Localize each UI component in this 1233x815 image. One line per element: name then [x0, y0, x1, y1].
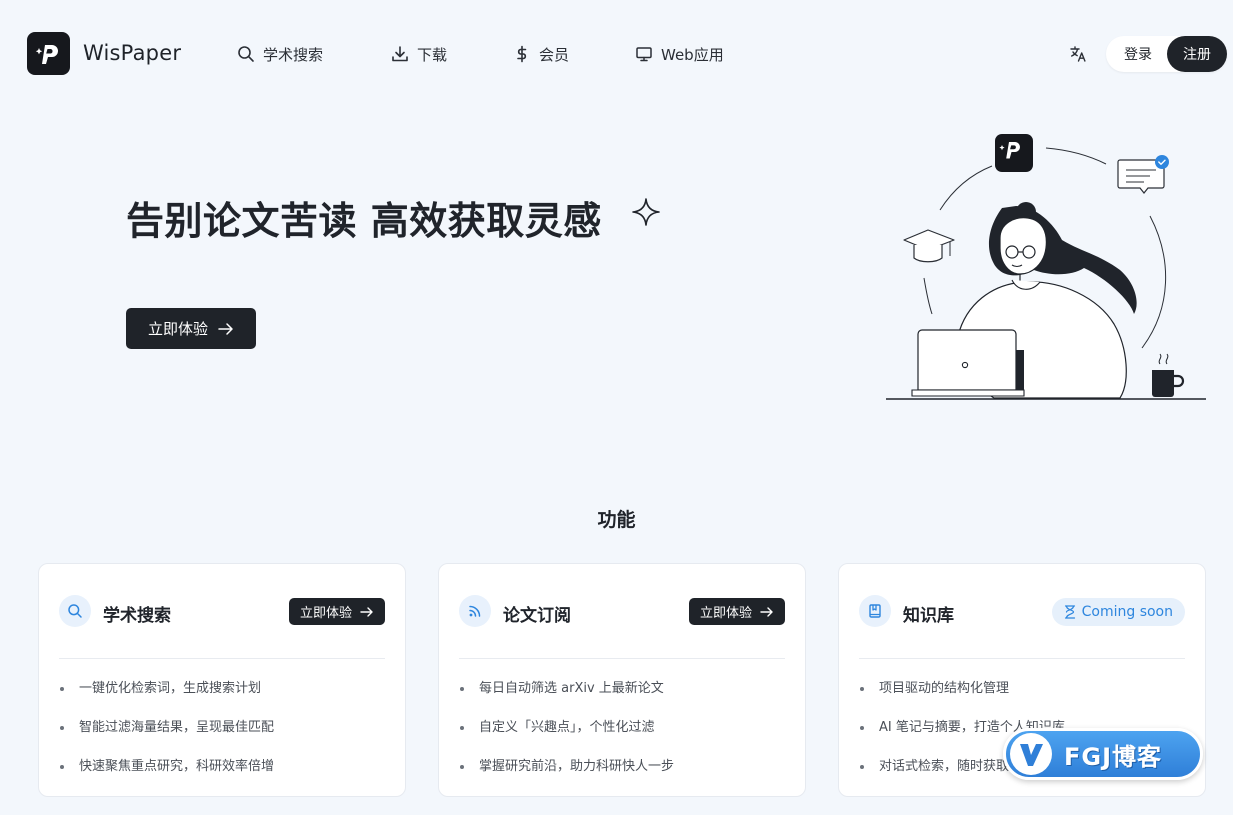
list-item: 每日自动筛选 arXiv 上最新论文	[459, 679, 674, 718]
dollar-icon	[517, 45, 527, 63]
card-divider	[859, 658, 1185, 659]
top-navigation: WisPaper 学术搜索 下载 会员 Web应用 登录 注册	[0, 0, 1233, 108]
brand-name: WisPaper	[83, 41, 182, 65]
app-logo-badge	[995, 134, 1033, 172]
nav-download[interactable]: 下载	[391, 43, 447, 65]
login-button[interactable]: 登录	[1110, 36, 1166, 72]
nav-web-app[interactable]: Web应用	[635, 43, 724, 65]
card-button-label: 立即体验	[699, 606, 752, 621]
laptop-icon	[911, 329, 1025, 397]
hero-try-now-button[interactable]: 立即体验	[126, 308, 256, 349]
rss-icon	[469, 605, 481, 617]
register-button[interactable]: 注册	[1167, 36, 1227, 72]
sparkle-icon	[632, 198, 660, 226]
feature-list: 一键优化检索词，生成搜索计划 智能过滤海量结果，呈现最佳匹配 快速聚焦重点研究，…	[59, 679, 274, 796]
card-divider	[459, 658, 785, 659]
list-item: 智能过滤海量结果，呈现最佳匹配	[59, 718, 274, 757]
search-icon	[68, 604, 82, 618]
feature-card-academic-search: 学术搜索 立即体验 一键优化检索词，生成搜索计划 智能过滤海量结果，呈现最佳匹配…	[38, 563, 406, 797]
card-try-now-button[interactable]: 立即体验	[288, 598, 385, 625]
card-button-label: 立即体验	[299, 606, 352, 621]
card-title: 学术搜索	[103, 606, 171, 626]
download-icon	[392, 46, 408, 62]
card-try-now-button[interactable]: 立即体验	[688, 598, 785, 625]
card-icon-wrap	[59, 595, 91, 627]
book-icon	[869, 604, 881, 618]
monitor-icon	[636, 47, 652, 62]
list-item: 快速聚焦重点研究，科研效率倍增	[59, 757, 274, 796]
card-title: 知识库	[903, 606, 954, 626]
nav-label: Web应用	[661, 45, 724, 64]
card-icon-wrap	[859, 595, 891, 627]
arrow-right-icon	[218, 322, 233, 335]
watermark-text: FGJ博客	[1064, 742, 1163, 771]
badge-label: Coming soon	[1081, 604, 1173, 620]
wispaper-logo[interactable]	[27, 32, 70, 75]
nav-academic-search[interactable]: 学术搜索	[237, 43, 323, 65]
arrow-right-icon	[760, 606, 773, 617]
list-item: 项目驱动的结构化管理	[859, 679, 1065, 718]
list-item: 掌握研究前沿，助力科研快人一步	[459, 757, 674, 796]
card-title: 论文订阅	[503, 606, 571, 626]
logo-p-icon	[35, 44, 58, 64]
nav-label: 会员	[539, 45, 570, 64]
hero-title: 告别论文苦读 高效获取灵感	[126, 199, 602, 243]
list-item: 自定义「兴趣点」，个性化过滤	[459, 718, 674, 757]
graduation-cap-icon	[903, 229, 955, 263]
features-section-title: 功能	[597, 509, 636, 531]
coming-soon-badge: Coming soon	[1051, 598, 1185, 626]
search-icon	[238, 46, 254, 62]
coffee-mug-icon	[1152, 353, 1185, 397]
watermark-logo-icon	[1010, 733, 1052, 775]
fgj-blog-watermark: FGJ博客	[1003, 728, 1203, 780]
nav-membership[interactable]: 会员	[513, 43, 569, 65]
feature-list: 每日自动筛选 arXiv 上最新论文 自定义「兴趣点」，个性化过滤 掌握研究前沿…	[459, 679, 674, 796]
arrow-right-icon	[360, 606, 373, 617]
nav-label: 学术搜索	[263, 45, 324, 64]
card-divider	[59, 658, 385, 659]
card-icon-wrap	[459, 595, 491, 627]
hero-illustration	[886, 134, 1206, 400]
chat-bubble-icon	[1117, 155, 1169, 194]
feature-card-paper-subscription: 论文订阅 立即体验 每日自动筛选 arXiv 上最新论文 自定义「兴趣点」，个性…	[438, 563, 806, 797]
hero-cta-label: 立即体验	[147, 320, 208, 338]
list-item: 一键优化检索词，生成搜索计划	[59, 679, 274, 718]
hourglass-icon	[1064, 605, 1075, 619]
translate-icon[interactable]	[1068, 44, 1088, 64]
nav-label: 下载	[417, 45, 448, 64]
